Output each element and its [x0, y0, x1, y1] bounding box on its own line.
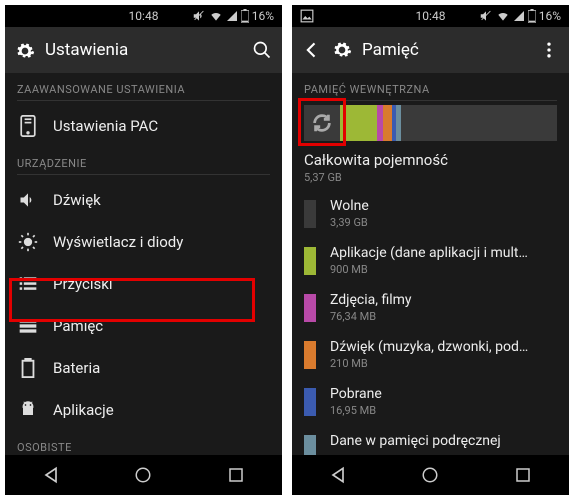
refresh-button[interactable] [304, 105, 340, 141]
color-swatch [304, 388, 316, 416]
settings-list[interactable]: ZAAWANSOWANE USTAWIENIA Ustawienia PAC U… [5, 73, 282, 455]
recents-button[interactable] [511, 463, 535, 487]
item-apps[interactable]: Aplikacje [17, 389, 270, 431]
storage-bar-row [304, 105, 557, 141]
mute-icon [192, 9, 206, 23]
signal-icon [513, 10, 525, 22]
battery-icon [528, 9, 536, 23]
item-label: Ustawienia PAC [53, 117, 158, 135]
item-pac[interactable]: Ustawienia PAC [17, 105, 270, 147]
item-label: Bateria [53, 359, 100, 377]
back-icon[interactable] [302, 40, 322, 60]
overflow-icon[interactable] [539, 40, 559, 60]
battery-percent: 16% [252, 9, 274, 23]
color-swatch [304, 294, 316, 322]
gear-icon [332, 40, 352, 60]
total-label: Całkowita pojemność [304, 151, 557, 169]
category-value: 16,95 MB [330, 404, 382, 417]
item-label: Pamięć [53, 317, 103, 335]
list-icon [17, 273, 39, 295]
color-swatch [304, 341, 316, 369]
category-label: Wolne [330, 198, 369, 214]
section-personal: OSOBISTE [17, 431, 270, 455]
refresh-icon [311, 112, 333, 134]
gear-icon [15, 40, 35, 60]
storage-category[interactable]: Dźwięk (muzyka, dzwonki, podca 210 MB [304, 331, 557, 378]
total-value: 5,37 GB [304, 171, 557, 184]
nav-bar [5, 455, 282, 495]
mute-icon [479, 9, 493, 23]
nav-bar [292, 455, 569, 495]
item-label: Aplikacje [53, 401, 114, 419]
category-value: 76,34 MB [330, 310, 412, 323]
item-buttons[interactable]: Przyciski [17, 263, 270, 305]
signal-icon [226, 10, 238, 22]
home-button[interactable] [418, 463, 442, 487]
storage-screen: 10:48 16% Pamięć PAMIĘĆ WEWNĘTRZNA [292, 5, 569, 495]
page-title: Ustawienia [45, 40, 242, 60]
storage-category[interactable]: Pobrane 16,95 MB [304, 378, 557, 425]
brightness-icon [17, 231, 39, 253]
status-bar: 10:48 16% [292, 5, 569, 27]
category-label: Dźwięk (muzyka, dzwonki, podca [330, 339, 530, 355]
battery-icon [17, 357, 39, 379]
section-device: URZĄDZENIE [17, 147, 270, 175]
section-advanced: ZAAWANSOWANE USTAWIENIA [17, 73, 270, 101]
item-label: Wyświetlacz i diody [53, 233, 183, 251]
storage-icon [17, 315, 39, 337]
image-icon [300, 9, 314, 23]
page-title: Pamięć [362, 40, 529, 60]
status-time: 10:48 [129, 9, 159, 23]
recents-button[interactable] [224, 463, 248, 487]
category-label: Zdjęcia, filmy [330, 292, 412, 308]
android-icon [17, 399, 39, 421]
category-label: Aplikacje (dane aplikacji i multime [330, 245, 530, 261]
item-sound[interactable]: Dźwięk [17, 179, 270, 221]
storage-content[interactable]: PAMIĘĆ WEWNĘTRZNA Całkowita pojemność 5,… [292, 73, 569, 455]
wifi-icon [496, 9, 510, 23]
color-swatch [304, 200, 316, 228]
category-value: 900 MB [330, 263, 530, 276]
back-button[interactable] [39, 463, 63, 487]
back-button[interactable] [326, 463, 350, 487]
speaker-icon [17, 189, 39, 211]
color-swatch [304, 435, 316, 455]
section-internal: PAMIĘĆ WEWNĘTRZNA [304, 73, 557, 101]
storage-bar [340, 105, 557, 141]
item-label: Dźwięk [53, 191, 101, 209]
storage-category[interactable]: Dane w pamięci podręcznej [304, 425, 557, 455]
battery-icon [241, 9, 249, 23]
item-label: Przyciski [53, 275, 112, 293]
item-display[interactable]: Wyświetlacz i diody [17, 221, 270, 263]
color-swatch [304, 247, 316, 275]
item-battery[interactable]: Bateria [17, 347, 270, 389]
category-label: Dane w pamięci podręcznej [330, 433, 501, 449]
category-value: 3,39 GB [330, 216, 369, 229]
total-capacity[interactable]: Całkowita pojemność 5,37 GB [304, 141, 557, 190]
storage-category[interactable]: Aplikacje (dane aplikacji i multime 900 … [304, 237, 557, 284]
category-label: Pobrane [330, 386, 382, 402]
home-button[interactable] [131, 463, 155, 487]
app-bar: Ustawienia [5, 27, 282, 73]
battery-percent: 16% [539, 9, 561, 23]
search-icon[interactable] [252, 40, 272, 60]
storage-category[interactable]: Wolne 3,39 GB [304, 190, 557, 237]
item-storage[interactable]: Pamięć [17, 305, 270, 347]
status-bar: 10:48 16% [5, 5, 282, 27]
settings-screen: 10:48 16% Ustawienia ZAAWANSOWANE USTAWI… [5, 5, 282, 495]
storage-category[interactable]: Zdjęcia, filmy 76,34 MB [304, 284, 557, 331]
status-time: 10:48 [416, 9, 446, 23]
phone-icon [17, 115, 39, 137]
category-value: 210 MB [330, 357, 530, 370]
wifi-icon [209, 9, 223, 23]
app-bar: Pamięć [292, 27, 569, 73]
